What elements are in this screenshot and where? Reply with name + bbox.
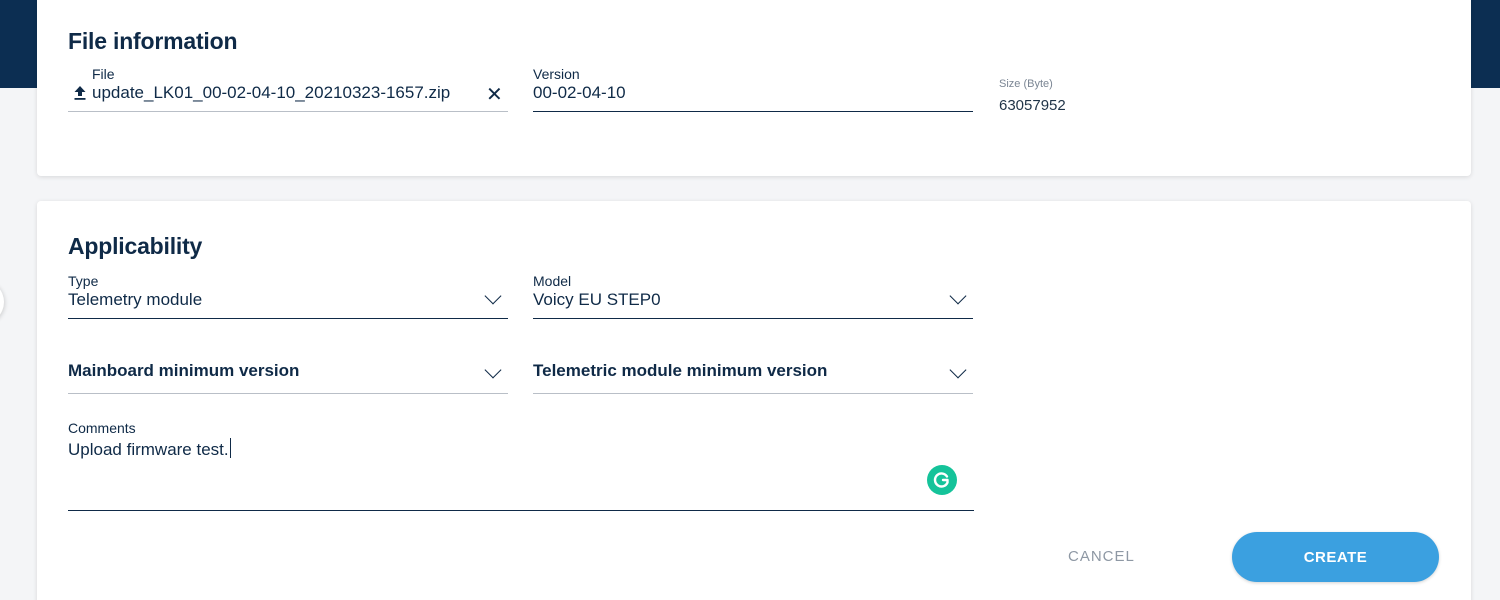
chevron-down-icon[interactable] — [484, 361, 502, 379]
telemetric-select-underline — [533, 393, 973, 394]
version-field-underline — [533, 111, 973, 112]
side-drawer-handle[interactable] — [0, 280, 4, 324]
mainboard-select-underline — [68, 393, 508, 394]
file-label: File — [92, 66, 115, 82]
file-information-title: File information — [68, 28, 238, 54]
applicability-card: Applicability Type Telemetry module Mode… — [37, 201, 1471, 600]
grammarly-icon[interactable] — [927, 465, 957, 495]
telemetric-min-version-select[interactable]: Telemetric module minimum version — [533, 361, 973, 394]
mainboard-min-version-select[interactable]: Mainboard minimum version — [68, 361, 508, 394]
comments-text: Upload firmware test. — [68, 440, 229, 459]
size-label: Size (Byte) — [999, 78, 1053, 90]
file-field-underline — [68, 111, 508, 112]
type-label: Type — [68, 273, 99, 289]
model-value: Voicy EU STEP0 — [533, 290, 661, 309]
text-cursor — [229, 438, 231, 458]
comments-underline — [68, 510, 974, 511]
comments-field[interactable]: Comments Upload firmware test. — [68, 420, 974, 511]
file-field[interactable]: File update_LK01_00-02-04-10_20210323-16… — [68, 66, 508, 112]
size-value: 63057952 — [999, 97, 1066, 114]
model-label: Model — [533, 273, 572, 289]
upload-icon[interactable] — [73, 85, 87, 106]
version-field[interactable]: Version 00-02-04-10 — [533, 66, 973, 112]
model-select-underline — [533, 318, 973, 319]
applicability-title: Applicability — [68, 233, 203, 259]
size-field: Size (Byte) 63057952 — [999, 78, 1199, 118]
type-select[interactable]: Type Telemetry module — [68, 273, 508, 319]
close-icon[interactable]: ✕ — [486, 85, 503, 105]
version-label: Version — [533, 66, 580, 82]
file-information-card: File information File update_LK01_00-02-… — [37, 0, 1471, 176]
comments-textarea[interactable]: Upload firmware test. — [68, 438, 231, 460]
cancel-button[interactable]: CANCEL — [1068, 548, 1135, 565]
create-button[interactable]: CREATE — [1232, 532, 1439, 582]
model-select[interactable]: Model Voicy EU STEP0 — [533, 273, 973, 319]
version-input[interactable]: 00-02-04-10 — [533, 83, 626, 103]
telemetric-min-version-label: Telemetric module minimum version — [533, 361, 828, 380]
chevron-down-icon[interactable] — [484, 287, 502, 305]
comments-label: Comments — [68, 420, 136, 436]
type-value: Telemetry module — [68, 290, 203, 309]
mainboard-min-version-label: Mainboard minimum version — [68, 361, 300, 380]
type-select-underline — [68, 318, 508, 319]
chevron-down-icon[interactable] — [949, 287, 967, 305]
file-name-value: update_LK01_00-02-04-10_20210323-1657.zi… — [92, 83, 451, 102]
chevron-down-icon[interactable] — [949, 361, 967, 379]
